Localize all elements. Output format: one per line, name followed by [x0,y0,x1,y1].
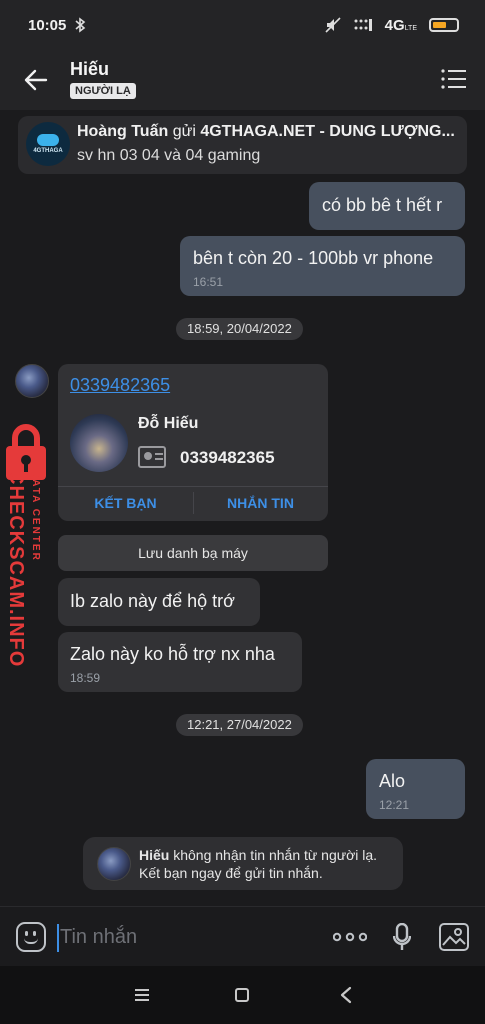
data-activity-icon [354,19,372,31]
message-bubble-outgoing[interactable]: có bb bê t hết r [309,182,465,230]
chat-title[interactable]: Hiếu [70,59,109,80]
divider [58,486,328,487]
add-friend-button[interactable]: KẾT BẠN [58,495,193,511]
message-bubble-outgoing[interactable]: Alo 12:21 [366,759,465,819]
contact-name: Đỗ Hiếu [138,415,199,432]
microphone-icon[interactable] [393,923,411,951]
recent-apps-icon[interactable] [134,988,150,1002]
message-time: 16:51 [193,275,224,289]
notice-line1: không nhận tin nhắn từ người lạ. [173,847,378,863]
message-bubble-incoming[interactable]: Zalo này ko hỗ trợ nx nha 18:59 [58,632,302,692]
send-message-button[interactable]: NHẮN TIN [193,495,328,511]
message-bubble-incoming[interactable]: Ib zalo này để hộ trớ [58,578,260,626]
status-bar: 10:05 4GLTE [0,0,485,50]
id-card-icon [138,446,166,468]
stranger-badge: NGƯỜI LẠ [70,83,136,99]
contact-phone: 0339482365 [180,448,275,467]
contact-phone-link[interactable]: 0339482365 [70,375,170,396]
cloud-icon [37,134,59,146]
watermark-subtext: DATA CENTER [30,470,41,562]
date-divider: 18:59, 20/04/2022 [176,318,303,340]
text-caret [57,924,59,952]
status-time: 10:05 [28,16,67,34]
home-icon[interactable] [235,988,249,1002]
message-time: 12:21 [379,798,410,812]
message-input[interactable]: Tin nhắn [60,926,137,949]
notice-line2: Kết bạn ngay để gửi tin nhắn. [139,865,323,881]
message-time: 18:59 [70,671,101,685]
image-icon[interactable] [439,923,469,951]
composer-bar: Tin nhắn [0,906,485,966]
message-bubble-outgoing[interactable]: bên t còn 20 - 100bb vr phone 16:51 [180,236,465,296]
bluetooth-icon [75,17,86,33]
back-icon[interactable] [339,986,353,1004]
notice-name: Hiếu [139,847,170,863]
contact-card: 0339482365 Đỗ Hiếu 0339482365 KẾT BẠN NH… [58,364,328,521]
chat-header: Hiếu NGƯỜI LẠ [0,50,485,110]
save-contact-button[interactable]: Lưu danh bạ máy [58,535,328,571]
network-label: 4GLTE [384,16,417,34]
date-divider: 12:21, 27/04/2022 [176,714,303,736]
pinned-preview: sv hn 03 04 và 04 gaming [77,147,261,164]
pinned-title: Hoàng Tuấn gửi 4GTHAGA.NET - DUNG LƯỢNG.… [77,123,455,140]
avatar[interactable] [15,364,49,398]
pinned-message[interactable]: 4GTHAGA Hoàng Tuấn gửi 4GTHAGA.NET - DUN… [18,116,467,174]
battery-icon [429,18,459,32]
system-nav-bar [0,966,485,1024]
mute-icon [325,17,341,33]
emoji-icon[interactable] [16,922,46,952]
contact-avatar[interactable] [70,414,128,472]
pinned-logo: 4GTHAGA [26,122,70,166]
avatar [97,847,131,881]
watermark-text: CHECKSCAM.INFO [5,470,27,668]
stranger-notice: Hiếu không nhận tin nhắn từ người lạ. Kế… [83,837,403,890]
back-arrow-icon[interactable] [22,66,50,94]
menu-icon[interactable] [441,68,467,90]
